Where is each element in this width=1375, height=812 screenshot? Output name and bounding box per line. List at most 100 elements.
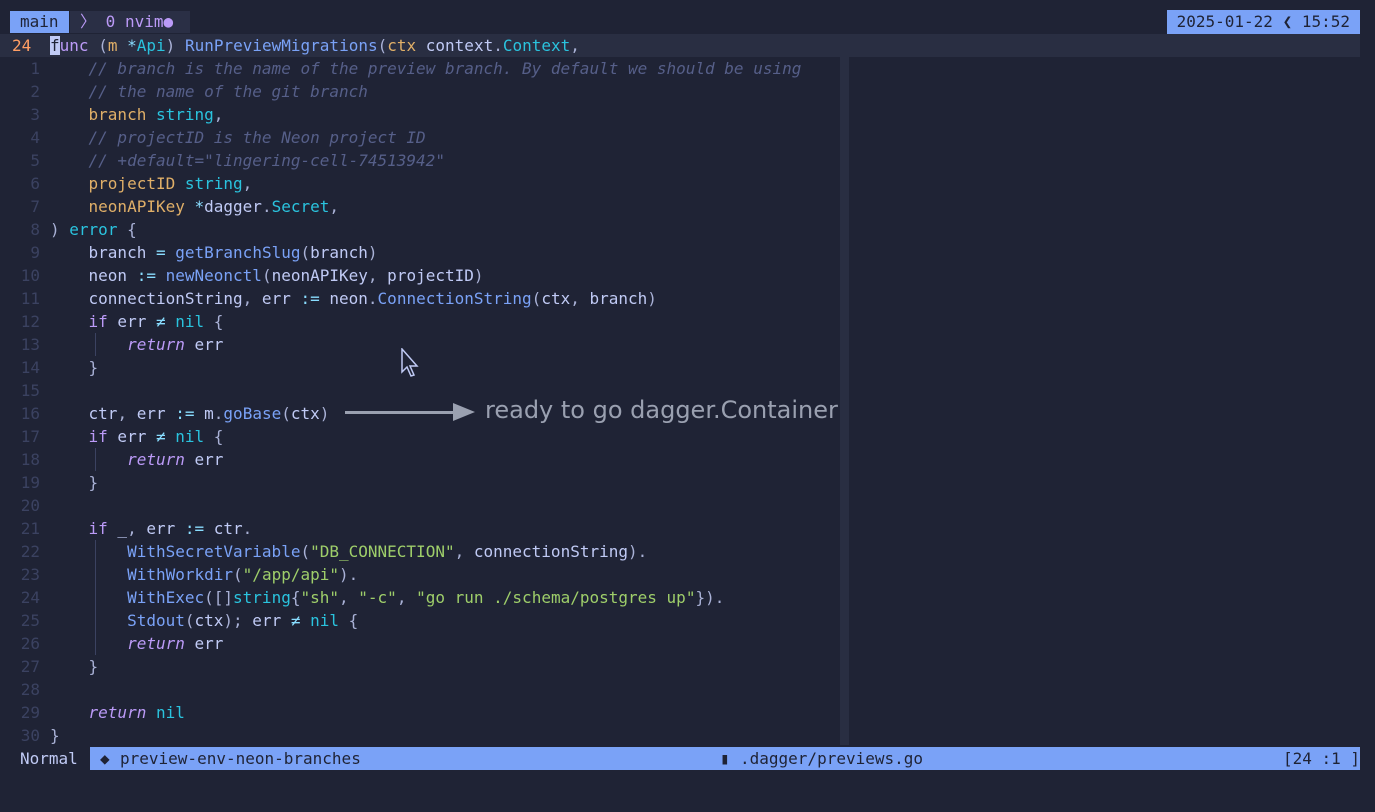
line-number: 25: [20, 611, 40, 630]
line-number: 15: [20, 381, 40, 400]
code-line[interactable]: 24 WithExec([]string{"sh", "-c", "go run…: [0, 586, 1360, 609]
tmux-clock: 2025-01-22 ❮ 15:52: [1166, 10, 1360, 34]
line-number: 21: [20, 519, 40, 538]
code-text: // +default="lingering-cell-74513942": [50, 151, 445, 170]
git-branch-name: preview-env-neon-branches: [120, 749, 361, 768]
code-line[interactable]: 14 }: [0, 356, 1360, 379]
indent-guide: [95, 448, 96, 471]
code-text: }: [88, 358, 99, 377]
line-number: 7: [30, 197, 40, 216]
code-line[interactable]: 8) error {: [0, 218, 1360, 241]
code-line[interactable]: 29 return nil: [0, 701, 1360, 724]
code-line[interactable]: 26 return err: [0, 632, 1360, 655]
file-icon: ▮: [720, 749, 730, 768]
line-number: 19: [20, 473, 40, 492]
line-number: 27: [20, 657, 40, 676]
code-text: // branch is the name of the preview bra…: [50, 59, 802, 78]
code-text: func (m *Api) RunPreviewMigrations(ctx c…: [50, 36, 580, 55]
code-text: return nil: [88, 703, 185, 722]
tmux-window-index: 0: [105, 12, 116, 31]
code-line[interactable]: 19 }: [0, 471, 1360, 494]
code-text: projectID string,: [88, 174, 253, 193]
line-number: 11: [20, 289, 40, 308]
line-number: 1: [30, 59, 40, 78]
code-text: WithExec([]string{"sh", "-c", "go run ./…: [127, 588, 725, 607]
line-number: 9: [30, 243, 40, 262]
code-text: }: [88, 657, 99, 676]
code-line[interactable]: 1 // branch is the name of the preview b…: [0, 57, 1360, 80]
line-number: 22: [20, 542, 40, 561]
code-text: return err: [127, 450, 224, 469]
code-line[interactable]: 3 branch string,: [0, 103, 1360, 126]
code-line[interactable]: 17 if err ≠ nil {: [0, 425, 1360, 448]
terminal-icon: 〉: [80, 12, 97, 31]
line-number: 5: [30, 151, 40, 170]
code-line[interactable]: 27 }: [0, 655, 1360, 678]
code-line[interactable]: 18 return err: [0, 448, 1360, 471]
mouse-cursor-icon: [401, 348, 419, 377]
code-text: return err: [127, 335, 224, 354]
line-number: 13: [20, 335, 40, 354]
line-number: 14: [20, 358, 40, 377]
line-number: 4: [30, 128, 40, 147]
code-text: neonAPIKey *dagger.Secret,: [88, 197, 340, 216]
code-line[interactable]: 22 WithSecretVariable("DB_CONNECTION", c…: [0, 540, 1360, 563]
line-number: 24: [20, 588, 40, 607]
code-line-current[interactable]: 24 func (m *Api) RunPreviewMigrations(ctx…: [0, 34, 1360, 57]
code-line[interactable]: 2 // the name of the git branch: [0, 80, 1360, 103]
line-number: 10: [20, 266, 40, 285]
line-number: 24: [12, 36, 32, 55]
code-line[interactable]: 11 connectionString, err := neon.Connect…: [0, 287, 1360, 310]
line-number: 8: [30, 220, 40, 239]
code-line[interactable]: 9 branch = getBranchSlug(branch): [0, 241, 1360, 264]
code-line[interactable]: 23 WithWorkdir("/app/api").: [0, 563, 1360, 586]
code-text: }: [50, 726, 60, 745]
tmux-session-name[interactable]: main: [10, 11, 69, 33]
line-number: 20: [20, 496, 40, 515]
code-text: // the name of the git branch: [50, 82, 368, 101]
editor-statusline: Normal ◆ preview-env-neon-branches ▮ .da…: [0, 747, 1375, 770]
vim-mode: Normal: [20, 749, 78, 768]
code-text: branch = getBranchSlug(branch): [50, 243, 378, 262]
code-text: if err ≠ nil {: [88, 427, 224, 446]
code-line[interactable]: 28: [0, 678, 1360, 701]
line-number: 6: [30, 174, 40, 193]
code-line[interactable]: 20: [0, 494, 1360, 517]
line-number: 26: [20, 634, 40, 653]
code-text: branch string,: [88, 105, 224, 124]
line-number: 29: [20, 703, 40, 722]
code-text: if _, err := ctr.: [88, 519, 253, 538]
file-name: .dagger/previews.go: [740, 749, 924, 768]
code-text: connectionString, err := neon.Connection…: [50, 289, 657, 308]
code-line[interactable]: 21 if _, err := ctr.: [0, 517, 1360, 540]
code-line[interactable]: 12 if err ≠ nil {: [0, 310, 1360, 333]
annotation-text: ready to go dagger.Container: [485, 396, 838, 424]
code-text: // projectID is the Neon project ID: [50, 128, 426, 147]
code-line[interactable]: 13 return err: [0, 333, 1360, 356]
code-line[interactable]: 6 projectID string,: [0, 172, 1360, 195]
code-text: return err: [127, 634, 224, 653]
code-text: ctr, err := m.goBase(ctx): [50, 404, 330, 423]
code-line[interactable]: 10 neon := newNeonctl(neonAPIKey, projec…: [0, 264, 1360, 287]
line-number: 17: [20, 427, 40, 446]
code-text: }: [88, 473, 99, 492]
statusline-bar: ◆ preview-env-neon-branches ▮ .dagger/pr…: [90, 747, 1360, 770]
indent-guide: [95, 540, 96, 655]
code-text: WithSecretVariable("DB_CONNECTION", conn…: [127, 542, 648, 561]
indent-guide: [95, 333, 96, 356]
code-text: neon := newNeonctl(neonAPIKey, projectID…: [50, 266, 484, 285]
git-branch-icon: ◆: [100, 749, 110, 768]
tmux-window-name: nvim: [124, 12, 164, 31]
code-line[interactable]: 7 neonAPIKey *dagger.Secret,: [0, 195, 1360, 218]
code-line[interactable]: 25 Stdout(ctx); err ≠ nil {: [0, 609, 1360, 632]
code-line[interactable]: 5 // +default="lingering-cell-74513942": [0, 149, 1360, 172]
line-number: 30: [20, 726, 40, 745]
arrow-right-icon: [453, 403, 475, 421]
line-number: 23: [20, 565, 40, 584]
line-number: 18: [20, 450, 40, 469]
code-line[interactable]: 30}: [0, 724, 1360, 747]
line-number: 12: [20, 312, 40, 331]
code-line[interactable]: 4 // projectID is the Neon project ID: [0, 126, 1360, 149]
code-text: if err ≠ nil {: [88, 312, 224, 331]
tmux-window-tab[interactable]: 〉 0 nvim●: [70, 11, 190, 33]
